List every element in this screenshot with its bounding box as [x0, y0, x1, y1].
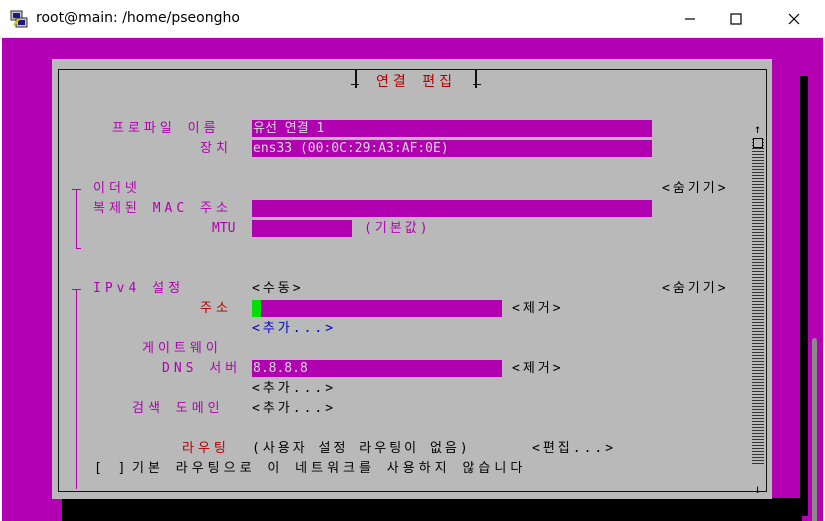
dns-remove-button[interactable]: <제거> [512, 361, 564, 377]
mtu-label: MTU [212, 221, 236, 236]
routing-edit-button[interactable]: <편집...> [532, 441, 616, 457]
edit-connection-dialog: 연결 편집 프로파일 이름 유선 연결 1 장치 ens33 (00:0C:29… [52, 59, 772, 499]
ipv4-hide-toggle[interactable]: <숨기기> [662, 281, 729, 297]
ipv4-method-button[interactable]: <수동> [252, 281, 304, 297]
close-button[interactable] [771, 0, 817, 38]
maximize-button[interactable] [713, 0, 759, 38]
routing-value: (사용자 설정 라우팅이 없음) [252, 441, 471, 456]
text-cursor [252, 300, 261, 317]
dns-add-button[interactable]: <추가...> [252, 381, 336, 397]
dns-label: DNS 서버 [162, 361, 242, 376]
terminal-shadow-bottom [62, 498, 802, 521]
device-label: 장치 [200, 141, 232, 156]
cloned-mac-input[interactable] [252, 200, 652, 217]
terminal-shadow-right [800, 76, 808, 516]
gateway-label: 게이트웨이 [142, 341, 222, 356]
address-add-button[interactable]: <추가...> [252, 321, 336, 337]
dialog-title-box: 연결 편집 [351, 70, 481, 90]
scroll-down-arrow-icon[interactable]: ↓ [754, 481, 761, 497]
profile-name-label: 프로파일 이름 [112, 121, 220, 136]
window-titlebar: root@main: /home/pseongho [0, 0, 825, 38]
scroll-up-arrow-icon[interactable]: ↑ [754, 121, 761, 137]
device-input[interactable]: ens33 (00:0C:29:A3:AF:0E) [252, 140, 652, 157]
address-remove-button[interactable]: <제거> [512, 301, 564, 317]
ethernet-section-label: 이더넷 [93, 181, 141, 196]
dns-input[interactable]: 8.8.8.8 [252, 360, 502, 377]
ethernet-bracket [76, 189, 77, 249]
maximize-icon [730, 13, 742, 25]
search-domain-add-button[interactable]: <추가...> [252, 401, 336, 417]
routing-label: 라우팅 [182, 441, 230, 456]
never-default-label: 기본 라우팅으로 이 네트워크를 사용하지 않습니다 [132, 461, 527, 476]
address-label: 주소 [200, 301, 232, 316]
search-domain-label: 검색 도메인 [132, 401, 224, 416]
cloned-mac-label: 복제된 MAC 주소 [93, 201, 232, 216]
dialog-scrollbar-thumb[interactable] [753, 138, 763, 148]
window-scrollbar-thumb[interactable] [812, 338, 817, 521]
minimize-icon [685, 18, 695, 20]
close-icon [788, 13, 800, 25]
dialog-title: 연결 편집 [376, 74, 456, 90]
mtu-input[interactable] [252, 220, 352, 237]
window-title: root@main: /home/pseongho [36, 10, 240, 26]
mtu-default-hint: (기본값) [364, 221, 431, 236]
terminal-area[interactable]: 연결 편집 프로파일 이름 유선 연결 1 장치 ens33 (00:0C:29… [2, 38, 823, 521]
ipv4-bracket [76, 289, 77, 489]
putty-icon [10, 10, 28, 28]
ethernet-bracket-bottom [76, 248, 81, 249]
never-default-checkbox[interactable]: [ ] [94, 461, 129, 477]
address-input[interactable] [252, 300, 502, 317]
ethernet-hide-toggle[interactable]: <숨기기> [662, 181, 729, 197]
profile-name-input[interactable]: 유선 연결 1 [252, 120, 652, 137]
ipv4-section-label: IPv4 설정 [93, 281, 185, 296]
minimize-button[interactable] [667, 0, 713, 38]
dialog-scrollbar-track[interactable] [752, 139, 764, 464]
